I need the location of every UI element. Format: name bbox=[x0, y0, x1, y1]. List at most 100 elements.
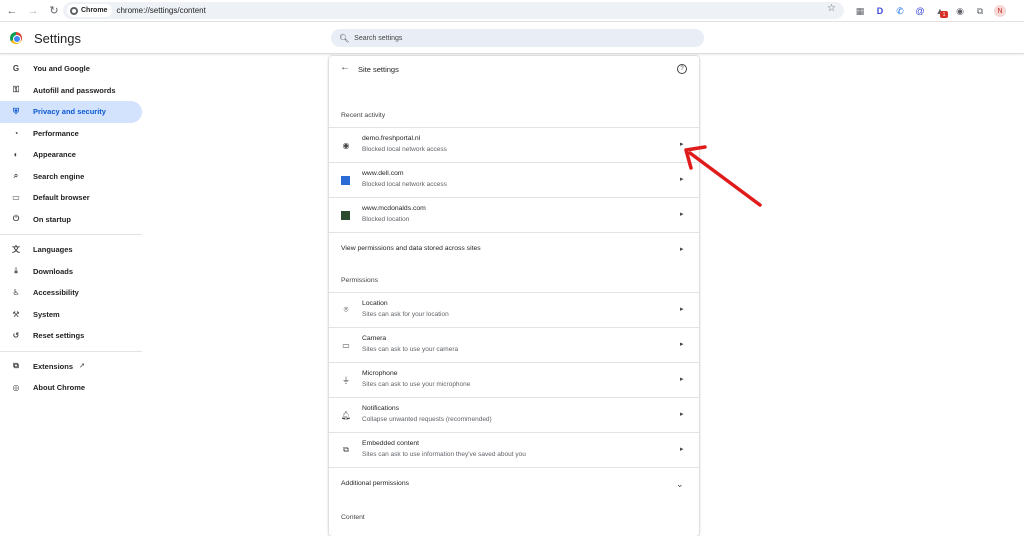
mcdonalds-favicon-icon bbox=[341, 211, 350, 220]
qr-code-icon[interactable]: ▦ bbox=[852, 3, 868, 19]
sidebar-divider bbox=[0, 234, 142, 235]
sidebar-divider bbox=[0, 350, 142, 352]
permission-row-camera[interactable]: ▭ Camera Sites can ask to use your camer… bbox=[329, 327, 699, 362]
account-circle-icon: ◉ bbox=[342, 140, 350, 150]
sidebar-item-label: Performance bbox=[33, 128, 79, 138]
sidebar-item-default-browser[interactable]: ▭ Default browser bbox=[0, 187, 142, 209]
chevron-down-icon[interactable]: ⌄ bbox=[676, 479, 684, 490]
site-detail: Blocked local network access bbox=[362, 146, 447, 153]
shield-icon: ⛨ bbox=[13, 106, 19, 116]
sidebar-item-appearance[interactable]: ◐ Appearance bbox=[0, 144, 142, 166]
sidebar-item-accessibility[interactable]: ♿︎ Accessibility bbox=[0, 282, 142, 304]
chevron-right-icon[interactable]: ▸ bbox=[680, 210, 684, 218]
sidebar-item-system[interactable]: ⚒ System bbox=[0, 304, 142, 326]
dell-favicon-icon bbox=[341, 176, 350, 185]
sidebar-item-search-engine[interactable]: ⌕ Search engine bbox=[0, 166, 142, 188]
sidebar-item-label: Default browser bbox=[33, 193, 90, 203]
additional-permissions-row[interactable]: Additional permissions ⌄ bbox=[329, 467, 699, 502]
sidebar-item-label: Search engine bbox=[33, 171, 85, 181]
chevron-right-icon[interactable]: ▸ bbox=[680, 305, 684, 313]
translate-icon: 文 bbox=[12, 245, 20, 255]
profile-initial: N bbox=[994, 5, 1006, 17]
site-detail: Blocked local network access bbox=[362, 181, 447, 188]
chevron-right-icon[interactable]: ▸ bbox=[680, 410, 684, 418]
embedded-content-icon: ⧉ bbox=[343, 445, 349, 454]
camera-icon: ▭ bbox=[342, 340, 350, 350]
avatar[interactable]: N bbox=[992, 3, 1008, 19]
chevron-right-icon[interactable]: ▸ bbox=[680, 375, 684, 383]
at-sign-icon[interactable]: @ bbox=[912, 3, 928, 19]
extension-alert-icon[interactable]: ▲1 bbox=[932, 3, 948, 19]
chevron-right-icon[interactable]: ▸ bbox=[680, 340, 684, 348]
page-title: Settings bbox=[34, 31, 81, 46]
chevron-right-icon[interactable]: ▸ bbox=[680, 140, 684, 148]
sidebar: G You and Google ⚿ Autofill and password… bbox=[0, 58, 142, 399]
sidebar-item-extensions[interactable]: ⧉ Extensions ↗ bbox=[0, 356, 142, 378]
key-icon: ⚿ bbox=[12, 85, 20, 95]
permission-name: Notifications bbox=[362, 405, 400, 412]
view-all-label: View permissions and data stored across … bbox=[341, 245, 481, 252]
help-icon[interactable]: ? bbox=[677, 64, 687, 74]
permission-detail: Collapse unwanted requests (recommended) bbox=[362, 416, 492, 423]
address-bar[interactable]: Chrome chrome://settings/content ☆ bbox=[63, 2, 844, 19]
chevron-right-icon[interactable]: ▸ bbox=[680, 175, 684, 183]
recent-activity-heading: Recent activity bbox=[341, 112, 386, 119]
bookmark-star-icon[interactable]: ☆ bbox=[827, 3, 836, 14]
recent-site-row[interactable]: www.dell.com Blocked local network acces… bbox=[329, 162, 699, 197]
speedometer-icon: ◔ bbox=[13, 128, 19, 138]
search-input[interactable]: 🔍︎ Search settings bbox=[331, 29, 704, 47]
sidebar-item-reset[interactable]: ↺ Reset settings bbox=[0, 325, 142, 347]
extension-circle-icon[interactable]: ◉ bbox=[952, 3, 968, 19]
site-name: demo.freshportal.nl bbox=[362, 135, 421, 142]
recent-site-row[interactable]: ◉ demo.freshportal.nl Blocked local netw… bbox=[329, 127, 699, 162]
permission-detail: Sites can ask to use information they've… bbox=[362, 451, 526, 458]
back-arrow-icon[interactable]: ← bbox=[3, 2, 21, 20]
permission-row-notifications[interactable]: 🔔︎ Notifications Collapse unwanted reque… bbox=[329, 397, 699, 432]
browser-icon: ▭ bbox=[12, 193, 20, 203]
back-arrow-icon[interactable]: ← bbox=[340, 62, 350, 73]
phone-icon[interactable]: ✆ bbox=[892, 3, 908, 19]
permission-detail: Sites can ask to use your microphone bbox=[362, 381, 471, 388]
chrome-icon: ◎ bbox=[12, 383, 20, 393]
recent-site-row[interactable]: www.mcdonalds.com Blocked location ▸ bbox=[329, 197, 699, 232]
sidebar-item-label: About Chrome bbox=[33, 383, 86, 393]
sidebar-item-languages[interactable]: 文 Languages bbox=[0, 239, 142, 261]
site-name: www.dell.com bbox=[362, 170, 404, 177]
sidebar-item-about[interactable]: ◎ About Chrome bbox=[0, 377, 142, 399]
sidebar-item-performance[interactable]: ◔ Performance bbox=[0, 123, 142, 145]
url-text[interactable]: chrome://settings/content bbox=[116, 6, 205, 15]
permission-row-location[interactable]: ⌾ Location Sites can ask for your locati… bbox=[329, 292, 699, 327]
search-icon: ⌕ bbox=[13, 171, 19, 181]
sidebar-item-downloads[interactable]: ⤓ Downloads bbox=[0, 261, 142, 283]
permission-name: Embedded content bbox=[362, 440, 420, 447]
reload-icon[interactable]: ↻ bbox=[45, 2, 63, 20]
permission-row-microphone[interactable]: ⏚ Microphone Sites can ask to use your m… bbox=[329, 362, 699, 397]
chevron-right-icon[interactable]: ▸ bbox=[680, 445, 684, 453]
sidebar-item-label: System bbox=[33, 309, 60, 319]
sidebar-item-label: Languages bbox=[33, 245, 73, 255]
sidebar-item-you-and-google[interactable]: G You and Google bbox=[0, 58, 142, 80]
chrome-chip[interactable]: Chrome bbox=[67, 4, 113, 17]
permissions-heading: Permissions bbox=[341, 277, 379, 284]
permission-row-embedded-content[interactable]: ⧉ Embedded content Sites can ask to use … bbox=[329, 432, 699, 467]
site-detail: Blocked location bbox=[362, 216, 410, 223]
puzzle-extensions-icon[interactable]: ⧉ bbox=[972, 3, 988, 19]
bell-icon: 🔔︎ bbox=[340, 410, 352, 420]
sidebar-item-autofill[interactable]: ⚿ Autofill and passwords bbox=[0, 80, 142, 102]
sidebar-item-privacy[interactable]: ⛨ Privacy and security bbox=[0, 101, 142, 123]
extension-d-icon[interactable]: D bbox=[872, 3, 888, 19]
power-icon: ⏻ bbox=[12, 214, 20, 224]
sidebar-item-on-startup[interactable]: ⏻ On startup bbox=[0, 209, 142, 231]
sidebar-item-label: Autofill and passwords bbox=[33, 85, 116, 95]
permission-name: Location bbox=[362, 300, 388, 307]
permission-name: Camera bbox=[362, 335, 387, 342]
sidebar-item-label: Appearance bbox=[33, 150, 76, 160]
wrench-icon: ⚒ bbox=[12, 309, 20, 319]
sidebar-item-label: On startup bbox=[33, 214, 71, 224]
forward-arrow-icon[interactable]: → bbox=[24, 2, 42, 20]
google-icon: G bbox=[12, 64, 20, 74]
additional-permissions-label: Additional permissions bbox=[341, 480, 410, 487]
search-icon: 🔍︎ bbox=[339, 33, 350, 43]
chevron-right-icon[interactable]: ▸ bbox=[680, 245, 684, 253]
view-all-permissions-row[interactable]: View permissions and data stored across … bbox=[329, 232, 699, 267]
